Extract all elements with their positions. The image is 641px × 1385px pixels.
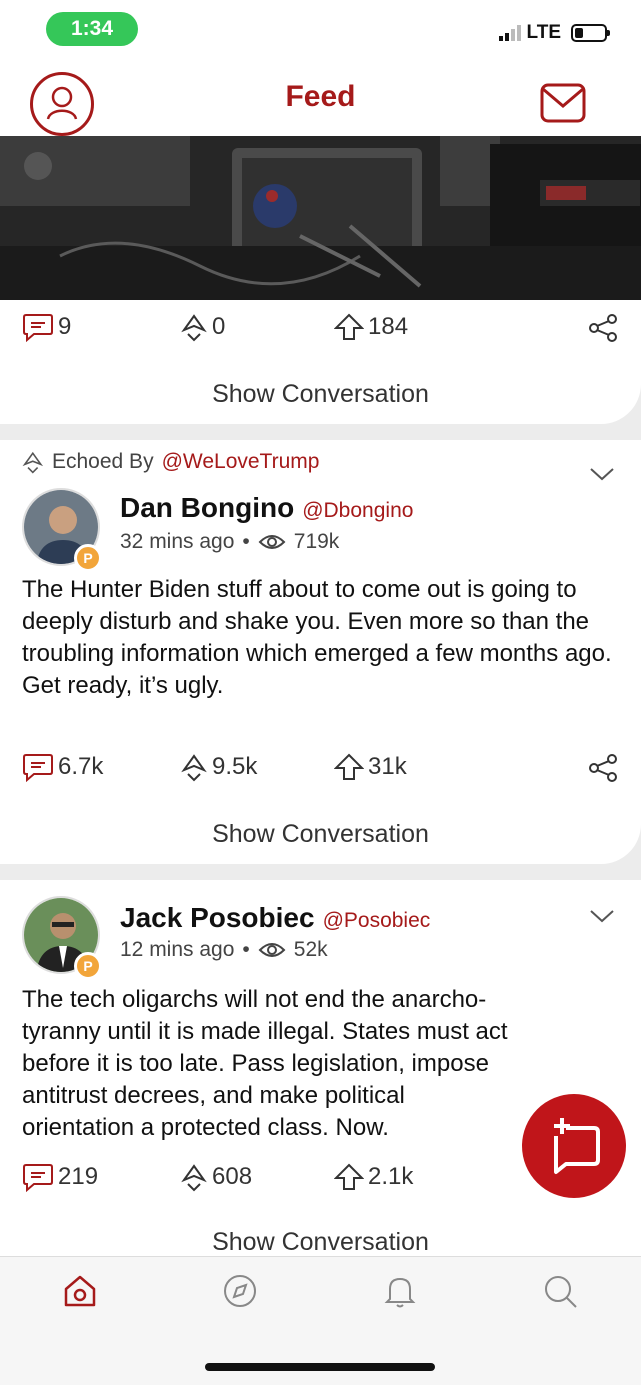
post-actions: 6.7k 9.5k 31k xyxy=(22,752,619,792)
status-indicators: LTE xyxy=(498,22,610,44)
upvote-button[interactable]: 31k xyxy=(334,752,407,782)
mail-icon xyxy=(540,83,586,123)
home-icon xyxy=(64,1275,96,1307)
echo-count: 608 xyxy=(212,1163,253,1190)
share-button[interactable] xyxy=(587,312,619,349)
tab-search[interactable] xyxy=(540,1271,580,1311)
comment-button[interactable]: 9 xyxy=(22,312,71,342)
post-time: 32 mins ago xyxy=(120,530,235,553)
show-conversation-link[interactable]: Show Conversation xyxy=(0,380,641,409)
upvote-button[interactable]: 2.1k xyxy=(334,1162,413,1192)
share-button[interactable] xyxy=(587,752,619,789)
upvote-count: 31k xyxy=(368,753,407,780)
post-card[interactable]: Echoed By @WeLoveTrump P Dan Bongino @Db… xyxy=(0,440,641,864)
verified-badge: P xyxy=(74,952,102,980)
upvote-icon xyxy=(334,753,364,780)
echo-icon xyxy=(22,451,44,474)
post-meta: 32 mins ago • 719k xyxy=(120,530,339,554)
post-meta: 12 mins ago • 52k xyxy=(120,938,328,962)
comment-icon xyxy=(23,754,53,782)
upvote-button[interactable]: 184 xyxy=(334,312,408,342)
post-menu-button[interactable] xyxy=(589,908,615,929)
post-card[interactable]: P Jack Posobiec @Posobiec 12 mins ago • … xyxy=(0,880,641,1256)
upvote-icon xyxy=(334,1163,364,1190)
author-row: Dan Bongino @Dbongino xyxy=(120,492,413,524)
chevron-down-icon xyxy=(590,910,614,923)
tab-notifications[interactable] xyxy=(380,1271,420,1311)
comment-icon xyxy=(23,1164,53,1192)
post-body: The tech oligarchs will not end the anar… xyxy=(22,986,508,1141)
author-row: Jack Posobiec @Posobiec xyxy=(120,902,430,934)
meta-separator: • xyxy=(242,938,250,961)
echo-button[interactable]: 0 xyxy=(178,312,225,342)
tab-bar xyxy=(0,1256,641,1385)
echo-button[interactable]: 608 xyxy=(178,1162,252,1192)
compose-icon xyxy=(554,1118,600,1174)
chevron-down-icon xyxy=(590,468,614,481)
echo-icon xyxy=(181,754,207,782)
share-icon xyxy=(589,314,617,342)
eye-icon xyxy=(258,943,286,957)
echo-button[interactable]: 9.5k xyxy=(178,752,257,782)
upvote-icon xyxy=(334,313,364,340)
verified-badge: P xyxy=(74,544,102,572)
post-card[interactable]: 9 0 184 Show Conversation xyxy=(0,300,641,424)
upvote-count: 2.1k xyxy=(368,1163,414,1190)
view-count: 52k xyxy=(293,938,328,961)
echo-count: 0 xyxy=(212,313,226,340)
comment-icon xyxy=(23,314,53,342)
avatar[interactable]: P xyxy=(22,488,102,572)
search-icon xyxy=(545,1276,577,1308)
echo-icon xyxy=(181,314,207,342)
echoed-by: Echoed By @WeLoveTrump xyxy=(20,450,319,474)
share-icon xyxy=(589,754,617,782)
messages-button[interactable] xyxy=(539,82,587,124)
comment-count: 9 xyxy=(58,313,72,340)
comment-button[interactable]: 219 xyxy=(22,1162,98,1192)
post-body: The Hunter Biden stuff about to come out… xyxy=(22,576,612,699)
discover-icon xyxy=(224,1275,256,1307)
tab-home[interactable] xyxy=(60,1271,100,1311)
home-indicator xyxy=(205,1363,435,1371)
echoed-by-handle[interactable]: @WeLoveTrump xyxy=(162,450,320,474)
compose-button[interactable] xyxy=(522,1094,626,1198)
upvote-count: 184 xyxy=(368,313,409,340)
studio-photo xyxy=(0,136,641,300)
notifications-icon xyxy=(384,1277,416,1308)
post-image[interactable] xyxy=(0,136,641,300)
view-count: 719k xyxy=(293,530,340,553)
comment-count: 6.7k xyxy=(58,753,104,780)
echo-icon xyxy=(181,1164,207,1192)
signal-icon xyxy=(498,25,521,41)
post-time: 12 mins ago xyxy=(120,938,235,961)
echoed-by-label: Echoed By xyxy=(52,450,154,473)
post-actions: 9 0 184 xyxy=(22,312,619,352)
tab-discover[interactable] xyxy=(220,1271,260,1311)
avatar[interactable]: P xyxy=(22,896,102,980)
battery-icon xyxy=(571,24,610,42)
author-handle[interactable]: @Dbongino xyxy=(302,499,413,523)
eye-icon xyxy=(258,535,286,549)
status-time: 1:34 xyxy=(46,12,138,46)
meta-separator: • xyxy=(242,530,250,553)
echo-count: 9.5k xyxy=(212,753,258,780)
status-bar: 1:34 LTE xyxy=(0,0,641,60)
show-conversation-link[interactable]: Show Conversation xyxy=(0,1228,641,1257)
post-menu-button[interactable] xyxy=(589,466,615,487)
comment-count: 219 xyxy=(58,1163,99,1190)
author-name[interactable]: Jack Posobiec xyxy=(120,902,315,934)
network-label: LTE xyxy=(526,22,561,43)
author-name[interactable]: Dan Bongino xyxy=(120,492,294,524)
nav-bar: Feed xyxy=(0,60,641,136)
comment-button[interactable]: 6.7k xyxy=(22,752,103,782)
show-conversation-link[interactable]: Show Conversation xyxy=(0,820,641,849)
author-handle[interactable]: @Posobiec xyxy=(323,909,431,933)
